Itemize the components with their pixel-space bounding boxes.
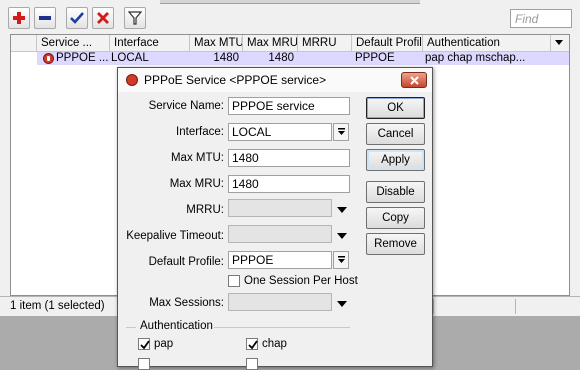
column-chooser-button[interactable]	[550, 35, 569, 51]
table-header: Service ... Interface Max MTU Max MRU MR…	[11, 35, 569, 52]
apply-button[interactable]: Apply	[366, 149, 425, 171]
enable-button[interactable]	[66, 7, 88, 29]
ok-button[interactable]: OK	[366, 97, 425, 119]
pppoe-service-dialog: PPPoE Service <PPPOE service> Service Na…	[117, 67, 433, 370]
filter-icon	[128, 11, 142, 25]
add-icon	[13, 12, 25, 24]
max-sessions-label: Max Sessions:	[149, 297, 224, 309]
chevron-down-icon[interactable]	[336, 205, 348, 215]
max-mtu-field[interactable]: 1480	[228, 149, 350, 167]
disable-button[interactable]: Disable	[366, 181, 425, 203]
column-header-interface[interactable]: Interface	[109, 35, 189, 51]
pppoe-service-icon	[126, 74, 138, 86]
status-divider	[433, 299, 434, 314]
remove-button[interactable]	[34, 7, 56, 29]
close-button[interactable]	[401, 72, 427, 88]
default-profile-label: Default Profile:	[148, 256, 224, 268]
column-header-max-mru[interactable]: Max MRU	[242, 35, 297, 51]
group-divider	[214, 327, 350, 328]
chevron-down-icon[interactable]	[336, 299, 348, 309]
tab-strip	[160, 0, 420, 4]
status-divider	[515, 299, 516, 314]
default-profile-select[interactable]: PPPOE	[228, 251, 332, 269]
authentication-group-label: Authentication	[140, 320, 213, 332]
service-name-field[interactable]: PPPOE service	[228, 97, 350, 115]
cell-mrru	[299, 52, 349, 65]
mrru-field[interactable]	[228, 199, 332, 217]
cell-authentication: pap chap mschap...	[425, 52, 526, 64]
mrru-label: MRRU:	[186, 204, 224, 216]
chevron-down-icon	[338, 128, 345, 135]
cancel-button[interactable]: Cancel	[366, 123, 425, 145]
remove-icon	[39, 16, 51, 20]
filter-button[interactable]	[124, 7, 146, 29]
service-name-label: Service Name:	[148, 100, 224, 112]
max-mtu-label: Max MTU:	[170, 152, 224, 164]
copy-button[interactable]: Copy	[366, 207, 425, 229]
cell-interface: LOCAL	[111, 52, 149, 64]
column-header-max-mtu[interactable]: Max MTU	[189, 35, 242, 51]
column-header-service[interactable]: Service ...	[36, 35, 109, 51]
cell-max-mru: 1480	[268, 52, 294, 64]
one-session-label: One Session Per Host	[244, 275, 358, 287]
default-profile-dropdown-button[interactable]	[333, 251, 349, 269]
cell-default-profile: PPPOE	[355, 52, 395, 64]
add-button[interactable]	[8, 7, 30, 29]
interface-select[interactable]: LOCAL	[228, 123, 332, 141]
max-sessions-field[interactable]	[228, 293, 332, 311]
pppoe-service-icon	[43, 53, 54, 64]
group-divider	[126, 327, 136, 328]
chevron-down-icon	[338, 256, 345, 263]
keepalive-timeout-field[interactable]	[228, 225, 332, 243]
find-input[interactable]	[510, 9, 572, 28]
keepalive-timeout-label: Keepalive Timeout:	[126, 230, 224, 242]
pap-label: pap	[154, 338, 174, 350]
chap-label: chap	[262, 338, 287, 350]
column-header-default-profile[interactable]: Default Profile	[351, 35, 422, 51]
disable-cross-icon	[97, 12, 109, 24]
chevron-down-icon	[555, 40, 563, 45]
chevron-down-icon[interactable]	[336, 231, 348, 241]
remove-button[interactable]: Remove	[366, 233, 425, 255]
max-mru-field[interactable]: 1480	[228, 175, 350, 193]
check-icon	[248, 340, 258, 350]
cell-max-mtu: 1480	[213, 52, 239, 64]
column-header-authentication[interactable]: Authentication	[422, 35, 550, 51]
cell-service: PPPOE ...	[56, 52, 108, 64]
chap-checkbox[interactable]	[246, 338, 258, 350]
close-icon	[410, 76, 419, 85]
column-header-mrru[interactable]: MRRU	[297, 35, 351, 51]
dialog-title-bar[interactable]: PPPoE Service <PPPOE service>	[118, 68, 432, 92]
check-icon	[140, 340, 150, 350]
max-mru-label: Max MRU:	[169, 178, 224, 190]
pap-checkbox[interactable]	[138, 338, 150, 350]
disable-button[interactable]	[92, 7, 114, 29]
interface-label: Interface:	[176, 126, 224, 138]
interface-dropdown-button[interactable]	[333, 123, 349, 141]
one-session-checkbox[interactable]	[228, 275, 240, 287]
dialog-title: PPPoE Service <PPPOE service>	[144, 73, 327, 87]
enable-check-icon	[70, 12, 84, 24]
status-text: 1 item (1 selected)	[10, 300, 105, 312]
